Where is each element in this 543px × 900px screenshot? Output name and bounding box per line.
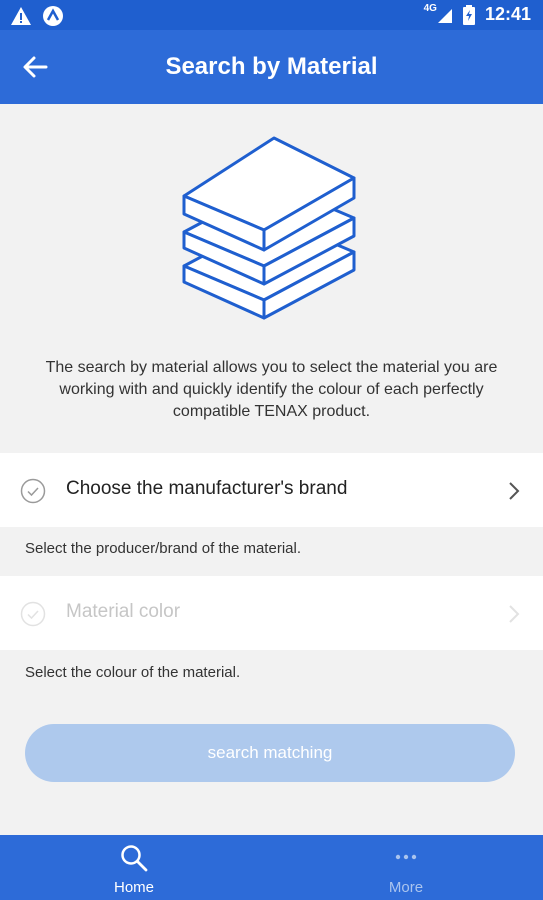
manufacturer-brand-label: Choose the manufacturer's brand — [66, 478, 348, 499]
search-icon — [121, 845, 148, 872]
warning-icon — [11, 7, 31, 25]
intro-text: The search by material allows you to sel… — [45, 359, 498, 420]
check-circle-icon — [20, 478, 46, 504]
chevron-right-icon — [509, 482, 520, 500]
nav-home[interactable]: Home — [64, 835, 204, 900]
chevron-right-icon — [509, 605, 520, 623]
material-color-label: Material color — [66, 601, 181, 622]
material-color-helper: Select the colour of the material. — [25, 664, 241, 681]
status-time: 12:41 — [484, 4, 531, 24]
manufacturer-brand-helper: Select the producer/brand of the materia… — [25, 540, 301, 557]
material-color-option[interactable]: Material color — [0, 576, 543, 650]
nav-home-label: Home — [113, 879, 154, 896]
app-notification-icon — [43, 6, 63, 26]
material-layers-icon — [182, 136, 356, 320]
status-bar: 4G 12:41 — [0, 0, 543, 30]
search-matching-button[interactable]: search matching — [25, 724, 515, 782]
manufacturer-brand-option[interactable]: Choose the manufacturer's brand — [0, 453, 543, 527]
nav-more-label: More — [388, 879, 424, 896]
more-dots-icon — [395, 854, 417, 860]
nav-more[interactable]: More — [336, 835, 476, 900]
page-title: Search by Material — [165, 53, 378, 80]
check-circle-icon — [20, 601, 46, 627]
app-bar: Search by Material — [0, 30, 543, 104]
bottom-nav: Home More — [0, 835, 543, 900]
battery-icon — [462, 4, 475, 25]
signal-icon — [437, 8, 452, 23]
network-type: 4G — [423, 3, 437, 14]
